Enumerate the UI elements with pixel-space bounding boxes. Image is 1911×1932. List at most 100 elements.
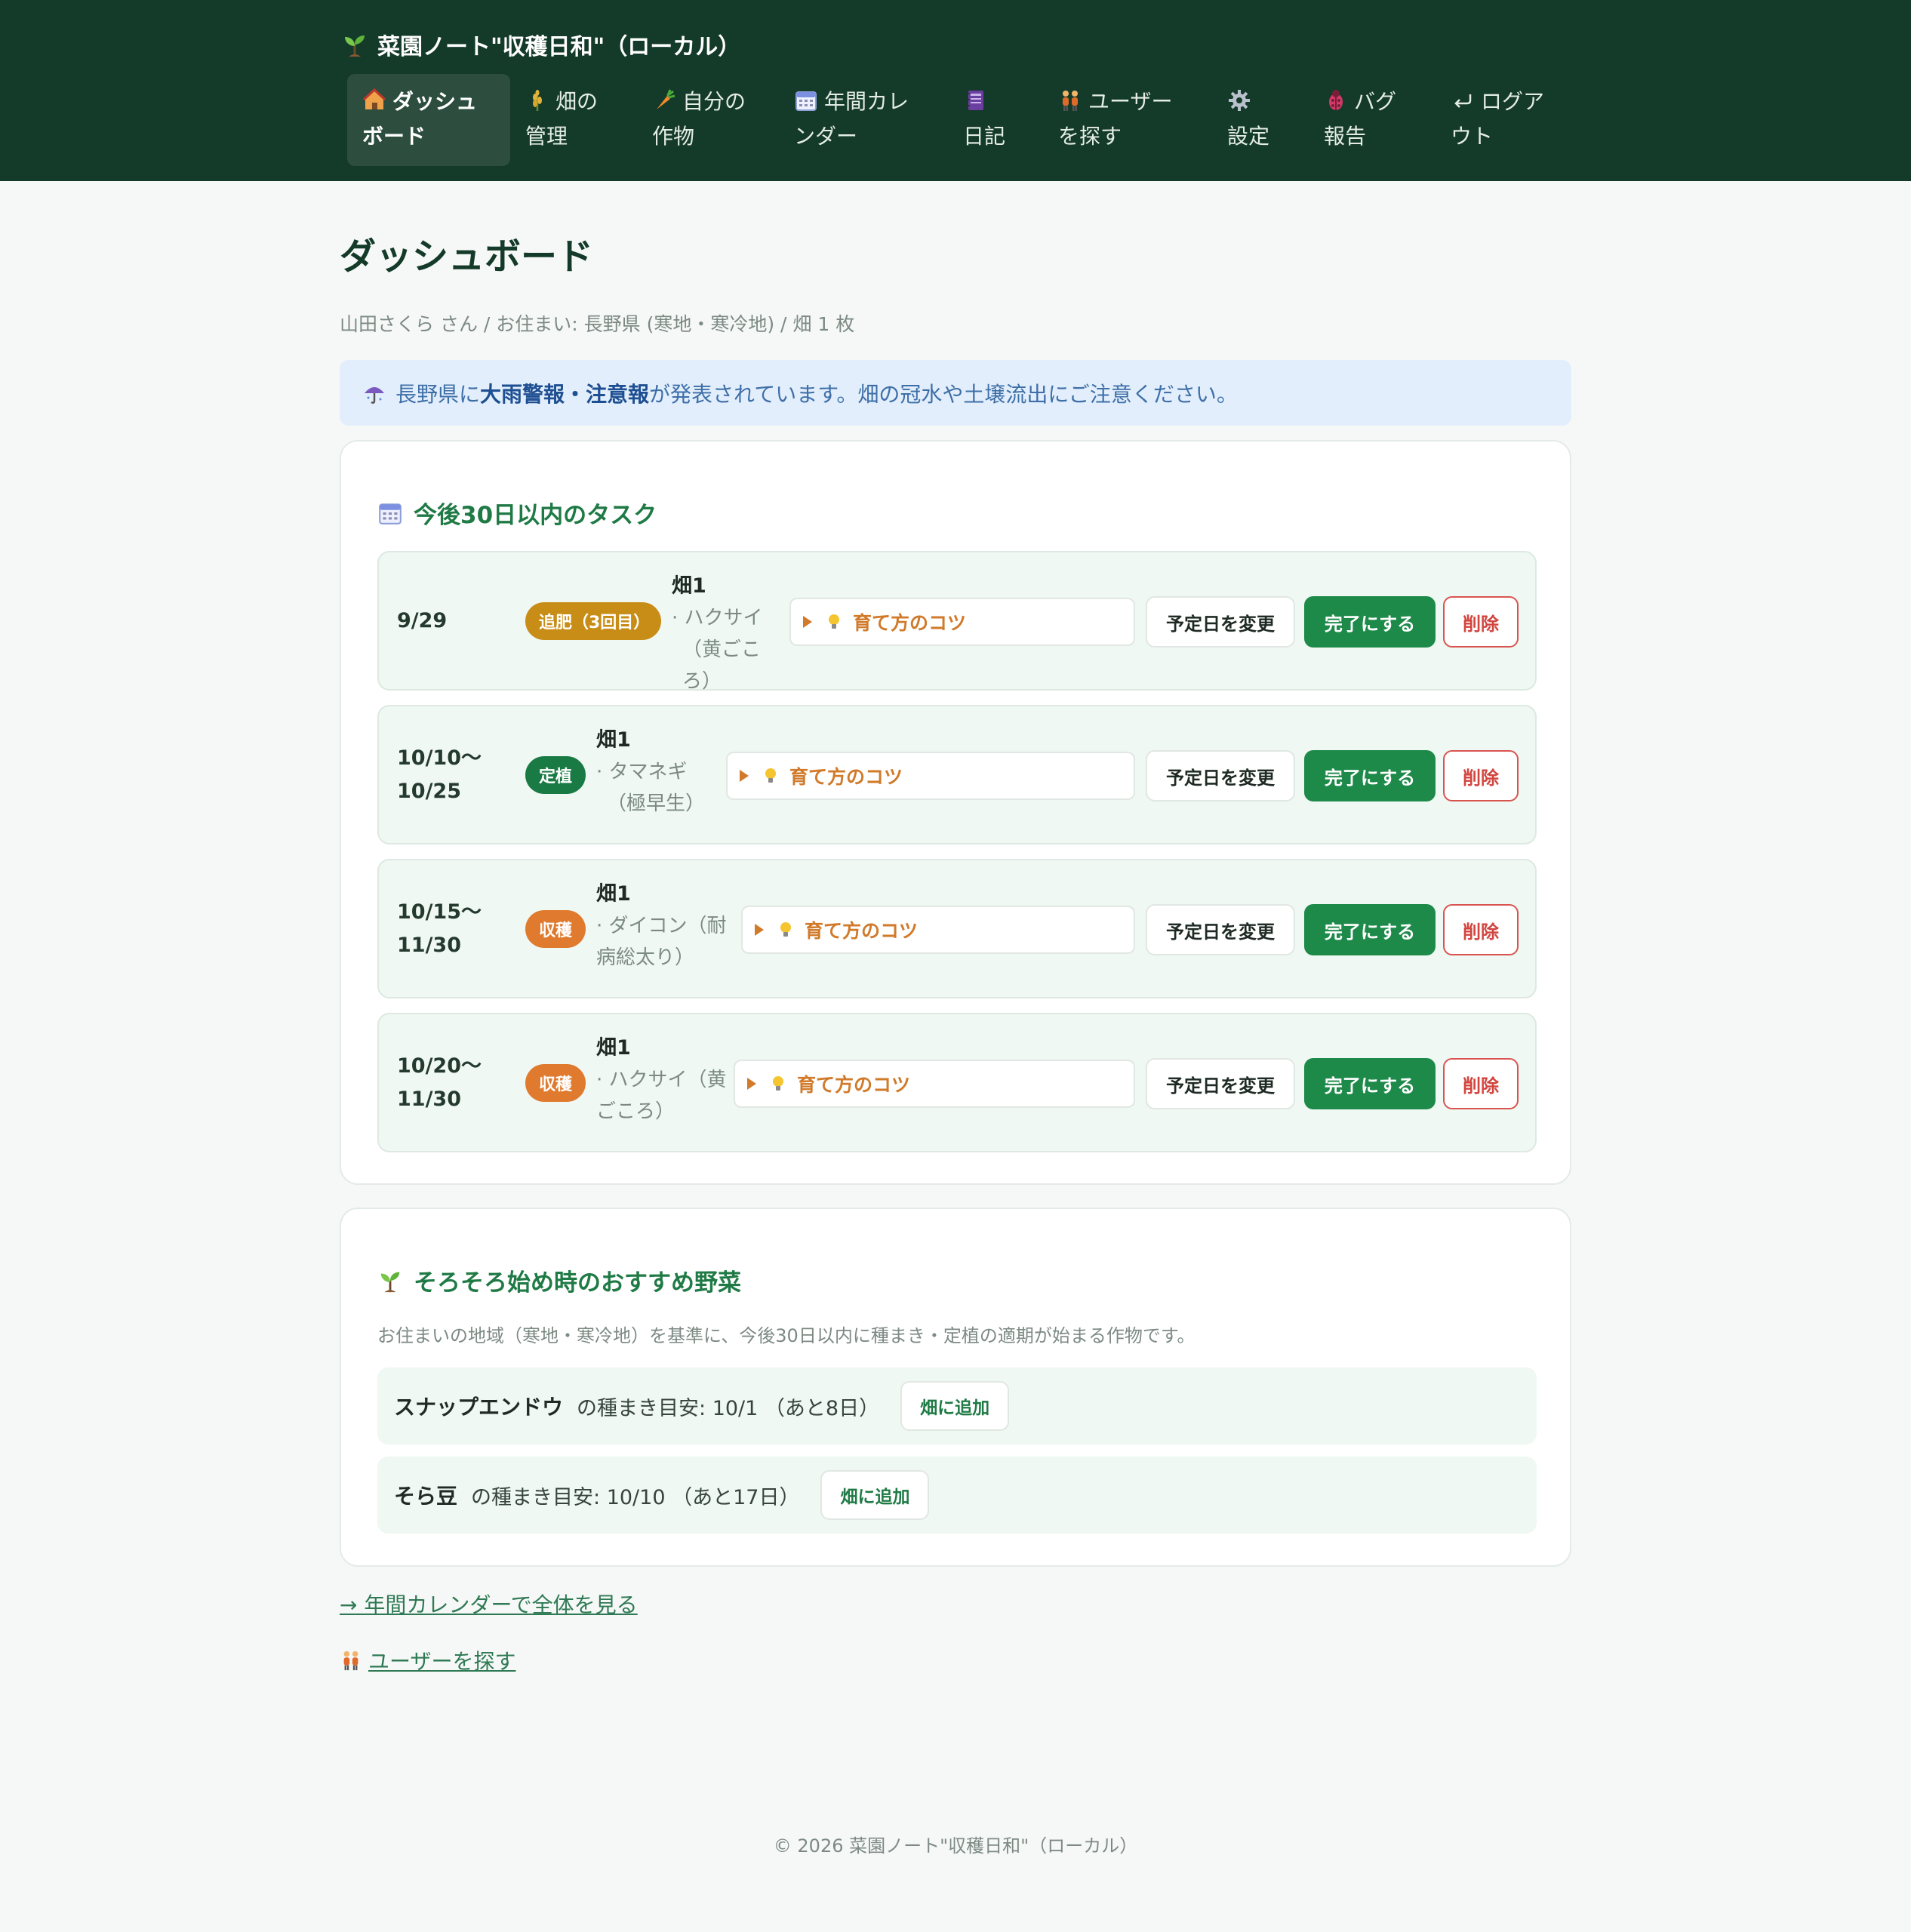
- nav-find-users[interactable]: ユーザー を探す: [1043, 74, 1212, 166]
- change-date-button[interactable]: 予定日を変更: [1146, 904, 1295, 955]
- complete-button[interactable]: 完了にする: [1304, 1058, 1436, 1109]
- brand-title: 菜園ノート"収穫日和"（ローカル）: [377, 34, 741, 60]
- task-crop-line1: · ハクサイ: [672, 607, 763, 629]
- nav-label: 作物: [652, 124, 695, 149]
- delete-button[interactable]: 削除: [1443, 904, 1519, 955]
- people-icon: [1063, 91, 1078, 111]
- recommend-title: そろそろ始め時のおすすめ野菜: [414, 1269, 741, 1297]
- bug-icon: [1329, 90, 1343, 110]
- add-to-field-button[interactable]: 畑に追加: [900, 1381, 1010, 1431]
- task-date: 9/29: [397, 552, 447, 689]
- seedling-icon: [380, 1272, 400, 1292]
- add-to-field-button[interactable]: 畑に追加: [820, 1470, 930, 1520]
- task-crop-line1: · ハクサイ（黄: [596, 1069, 727, 1091]
- task-row: 10/15〜 11/30 収穫 畑1 · ダイコン（耐 病総太り） 育て方のコツ…: [377, 859, 1537, 998]
- tips-toggle[interactable]: 育て方のコツ: [789, 598, 1135, 646]
- nav-bug-report[interactable]: バグ 報告: [1309, 74, 1436, 166]
- task-date-start: 9/29: [397, 608, 448, 632]
- delete-button[interactable]: 削除: [1443, 1058, 1519, 1109]
- triangle-right-icon: [747, 1078, 756, 1090]
- task-field: 畑1: [672, 574, 706, 598]
- people-icon: [343, 1651, 359, 1671]
- triangle-right-icon: [740, 770, 749, 782]
- seedling-icon: [345, 35, 365, 57]
- task-date-start: 10/15〜: [397, 900, 482, 924]
- nav-my-crops[interactable]: 自分の 作物: [637, 74, 779, 166]
- task-crop-line2: （極早生）: [607, 792, 706, 815]
- return-icon: [1454, 94, 1472, 108]
- calendar-link[interactable]: → 年間カレンダーで全体を見る: [340, 1589, 638, 1619]
- tasks-section-title: 今後30日以内のタスク: [377, 496, 657, 530]
- task-crop-line2: （黄ごころ）: [682, 638, 762, 693]
- tips-toggle[interactable]: 育て方のコツ: [734, 1060, 1135, 1108]
- complete-button[interactable]: 完了にする: [1304, 596, 1436, 648]
- tips-label: 育て方のコツ: [805, 920, 919, 942]
- delete-button[interactable]: 削除: [1443, 750, 1519, 801]
- nav-label: 年間カレ: [824, 89, 909, 114]
- nav-logout[interactable]: ログア ウト: [1436, 74, 1571, 166]
- lightbulb-icon: [773, 1076, 783, 1091]
- nav-dashboard[interactable]: ダッシュ ボード: [347, 74, 510, 166]
- tips-label: 育て方のコツ: [789, 766, 903, 788]
- complete-button[interactable]: 完了にする: [1304, 750, 1436, 801]
- calendar-icon: [795, 91, 817, 111]
- task-crop-line1: · タマネギ: [596, 761, 688, 783]
- list-item: スナップエンドウ の種まき目安: 10/1 （あと8日） 畑に追加: [377, 1367, 1537, 1444]
- task-crop: 畑1 · ハクサイ（黄 ごころ）: [596, 1032, 732, 1128]
- task-row: 10/20〜 11/30 収穫 畑1 · ハクサイ（黄 ごころ） 育て方のコツ …: [377, 1013, 1537, 1152]
- nav-label: ダッシュ: [392, 89, 478, 114]
- crop-name: そら豆: [394, 1484, 458, 1509]
- change-date-button[interactable]: 予定日を変更: [1146, 750, 1295, 801]
- task-type-badge: 定植: [525, 756, 586, 794]
- lightbulb-icon: [829, 614, 839, 629]
- nav-label: 自分の: [682, 89, 746, 114]
- task-field: 畑1: [596, 728, 631, 752]
- change-date-button[interactable]: 予定日を変更: [1146, 1058, 1295, 1109]
- triangle-right-icon: [755, 924, 764, 936]
- nav-label: 設定: [1227, 124, 1270, 149]
- crop-name: スナップエンドウ: [394, 1395, 564, 1420]
- weather-alert: 長野県に 大雨警報・注意報 が発表されています。畑の冠水や土壌流出にご注意ください。: [340, 360, 1571, 426]
- recommend-description: お住まいの地域（寒地・寒冷地）を基準に、今後30日以内に種まき・定植の適期が始ま…: [377, 1325, 1196, 1346]
- tasks-card: 今後30日以内のタスク 9/29 追肥（3回目） 畑1 · ハクサイ （黄ごころ…: [340, 440, 1571, 1185]
- brand[interactable]: 菜園ノート"収穫日和"（ローカル）: [341, 26, 740, 63]
- nav-label: ウト: [1451, 124, 1494, 149]
- tips-toggle[interactable]: 育て方のコツ: [726, 752, 1135, 800]
- complete-button[interactable]: 完了にする: [1304, 904, 1436, 955]
- task-crop-line2: 病総太り）: [596, 946, 695, 969]
- umbrella-icon: [365, 386, 384, 404]
- alert-prefix: 長野県に: [395, 381, 481, 407]
- tips-label: 育て方のコツ: [797, 1074, 911, 1096]
- recommend-section-title: そろそろ始め時のおすすめ野菜: [377, 1263, 741, 1297]
- change-date-button[interactable]: 予定日を変更: [1146, 596, 1295, 648]
- task-type-badge: 収穫: [525, 910, 586, 948]
- notebook-icon: [967, 91, 983, 110]
- nav-diary[interactable]: 日記: [948, 74, 1043, 166]
- lightbulb-icon: [765, 768, 776, 783]
- nav-label: ログア: [1481, 89, 1545, 114]
- task-type-badge: 収穫: [525, 1064, 586, 1102]
- crop-timing: の種まき目安: 10/1 （あと8日）: [577, 1396, 880, 1420]
- nav-calendar[interactable]: 年間カレ ンダー: [779, 74, 948, 166]
- alert-suffix: が発表されています。畑の冠水や土壌流出にご注意ください。: [649, 381, 1238, 407]
- delete-button[interactable]: 削除: [1443, 596, 1519, 648]
- tips-label: 育て方のコツ: [853, 612, 967, 634]
- nav-label: 管理: [525, 124, 568, 149]
- gear-icon: [1229, 90, 1250, 111]
- task-date-end: 11/30: [397, 1087, 462, 1111]
- nav-label: ユーザー: [1088, 89, 1173, 114]
- find-users-label: ユーザーを探す: [368, 1649, 516, 1674]
- grain-icon: [533, 90, 542, 111]
- task-field: 畑1: [596, 1036, 631, 1060]
- list-item: そら豆 の種まき目安: 10/10 （あと17日） 畑に追加: [377, 1457, 1537, 1534]
- task-type-badge: 追肥（3回目）: [525, 602, 661, 640]
- task-date: 10/10〜 10/25: [397, 706, 482, 843]
- page-title: ダッシュボード: [340, 235, 594, 278]
- nav-fields[interactable]: 畑の 管理: [510, 74, 637, 166]
- nav-label: 日記: [963, 124, 1006, 149]
- tips-toggle[interactable]: 育て方のコツ: [741, 906, 1135, 954]
- task-crop: 畑1 · ダイコン（耐 病総太り）: [596, 878, 732, 974]
- task-date-end: 11/30: [397, 933, 462, 957]
- find-users-link[interactable]: ユーザーを探す: [340, 1645, 515, 1675]
- nav-settings[interactable]: 設定: [1212, 74, 1309, 166]
